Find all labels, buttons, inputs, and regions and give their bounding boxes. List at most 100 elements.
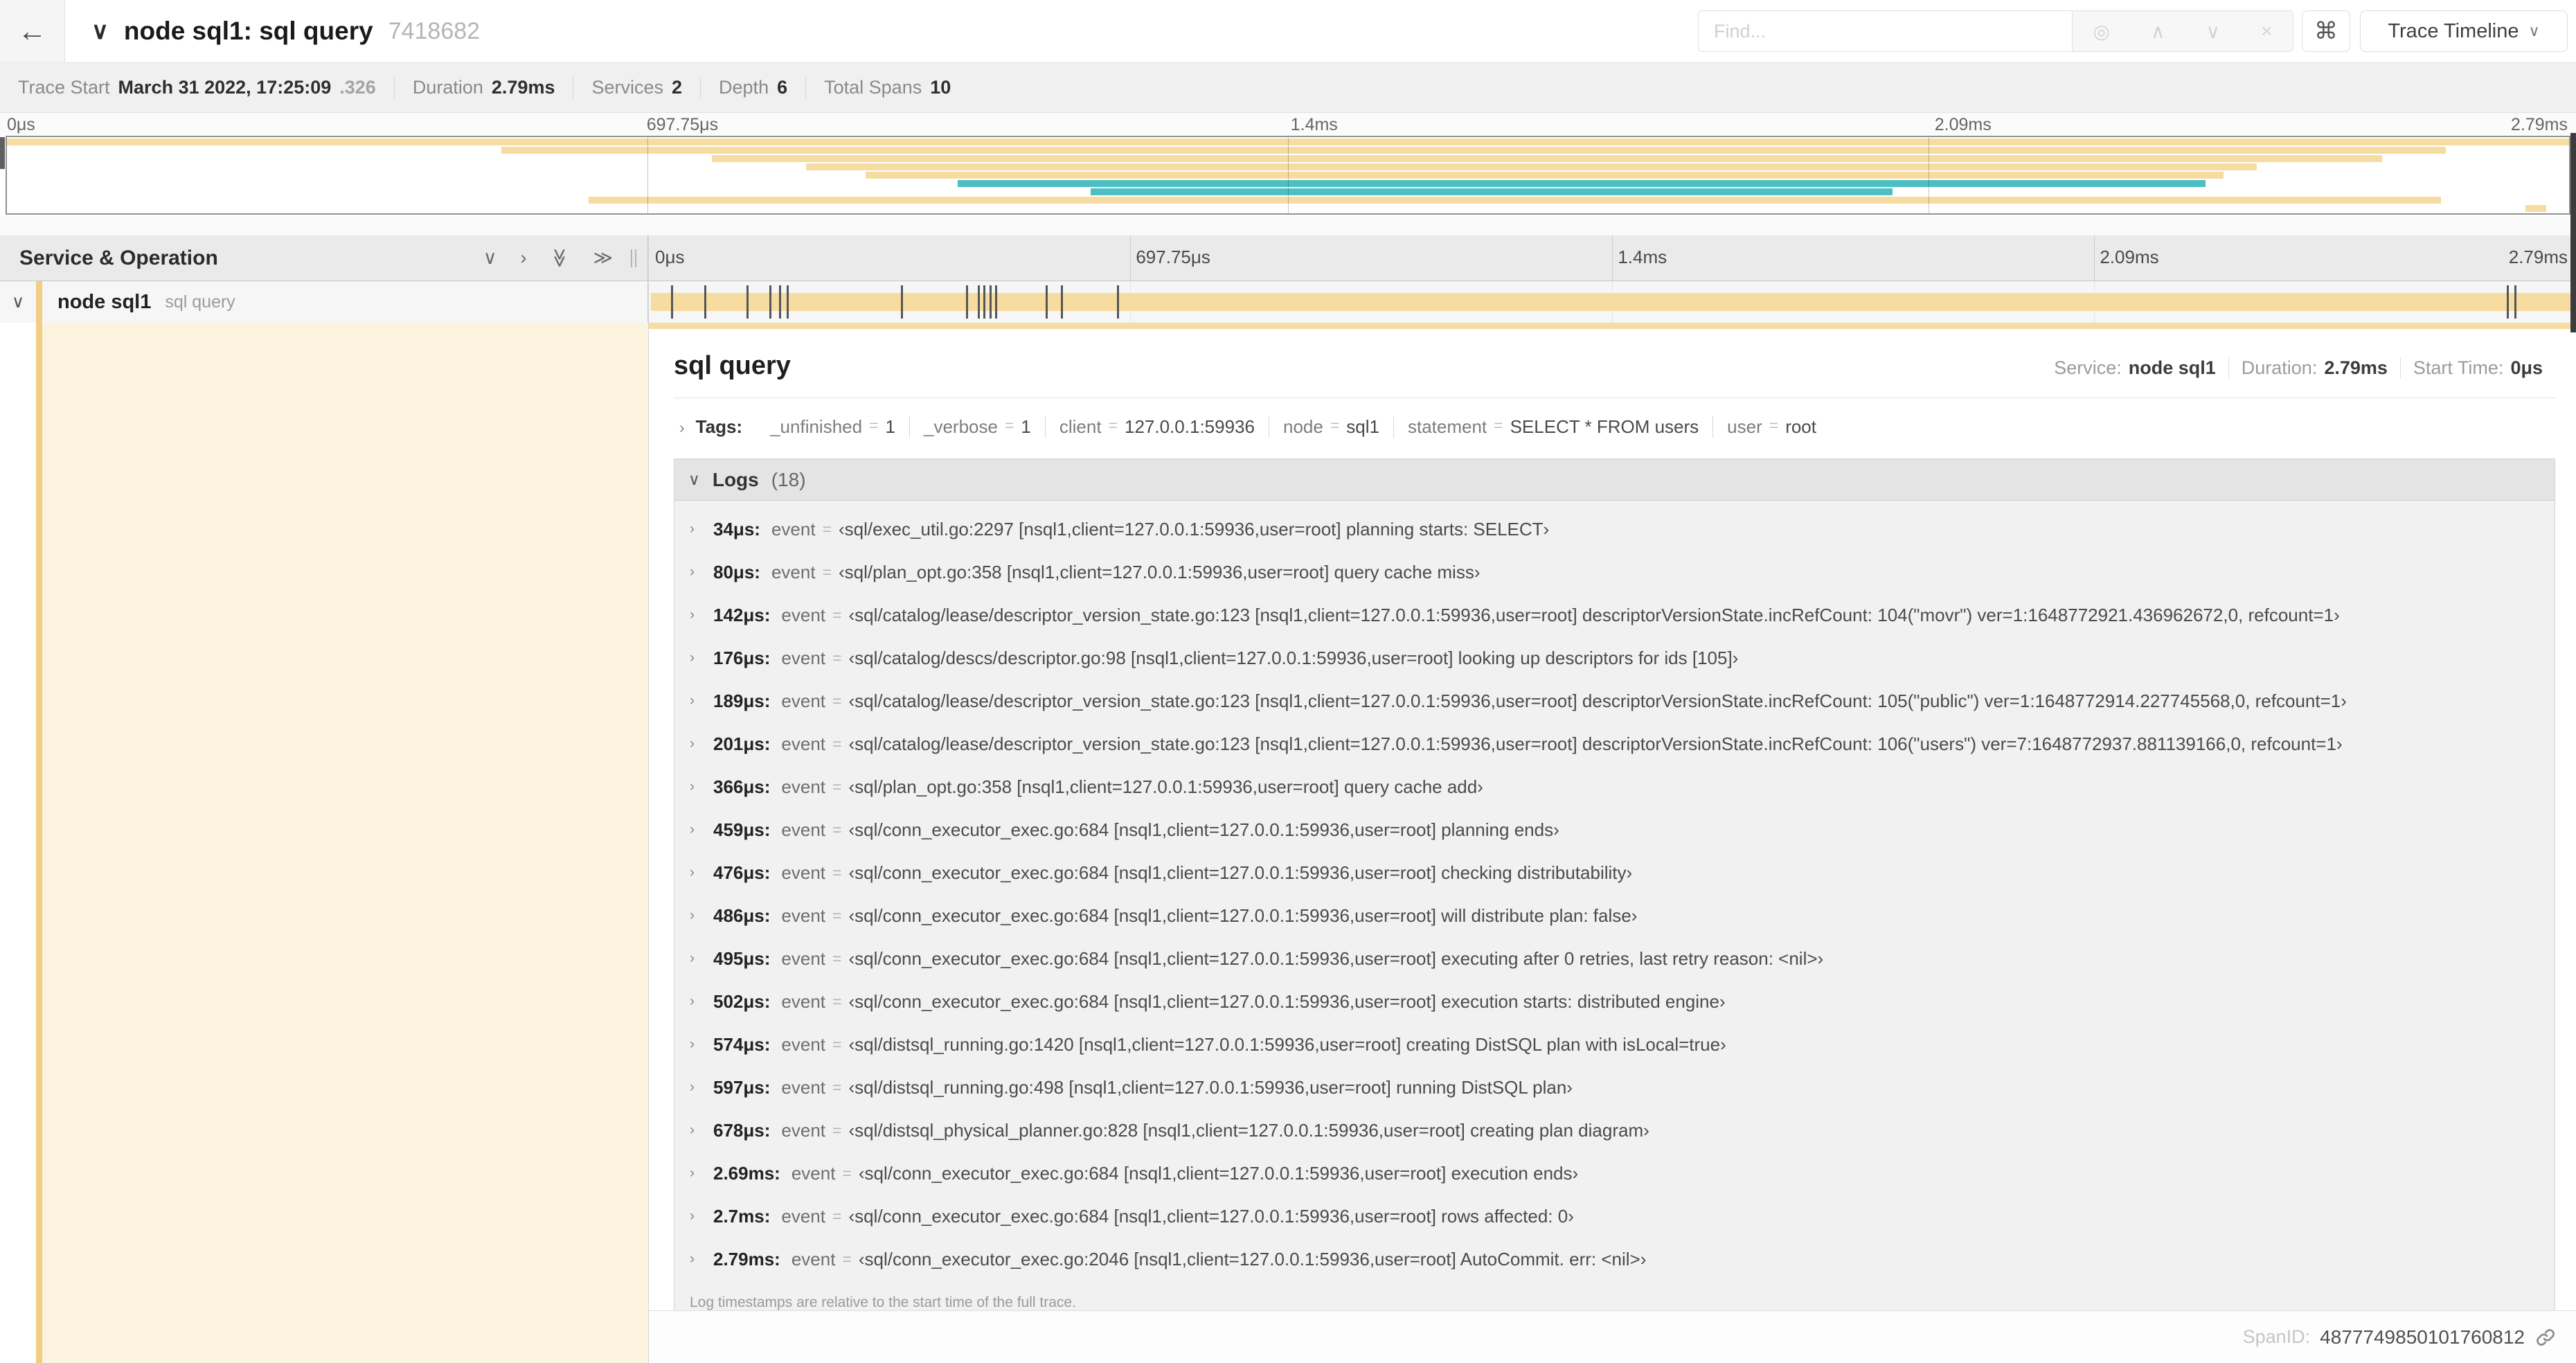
trace-duration: Duration 2.79ms: [393, 77, 573, 98]
back-button[interactable]: ←: [0, 0, 65, 62]
services-label: Services: [591, 77, 663, 98]
service-color-bar: [36, 323, 42, 1363]
equals-sign: =: [832, 863, 842, 882]
log-timestamp: 34μs:: [713, 518, 760, 540]
chevron-right-icon: ›: [690, 993, 695, 1009]
next-result-icon[interactable]: ∨: [2206, 20, 2221, 43]
log-row[interactable]: › 34μs: event = ‹sql/exec_util.go:2297 [nsql…: [674, 508, 2555, 551]
log-row[interactable]: › 189μs: event = ‹sql/catalog/lease/descript…: [674, 679, 2555, 722]
span-service-name: node sql1: [57, 290, 152, 313]
log-row[interactable]: › 495μs: event = ‹sql/conn_executor_exec.go:…: [674, 937, 2555, 980]
view-selector-label: Trace Timeline: [2388, 19, 2519, 42]
minimap-span-bar: [806, 163, 2257, 170]
chevron-down-icon: ∨: [688, 470, 700, 488]
minimap-gridline: [647, 137, 648, 213]
service-color-bar: [36, 281, 42, 323]
depth-label: Depth: [719, 77, 769, 98]
trace-total-spans: Total Spans 10: [805, 77, 969, 98]
log-field: event: [771, 518, 816, 540]
log-timestamp: 2.79ms:: [713, 1248, 780, 1270]
trace-minimap[interactable]: [6, 136, 2570, 215]
log-marker-tick: [989, 285, 992, 319]
link-icon[interactable]: [2534, 1326, 2557, 1348]
chevron-right-icon: ›: [690, 736, 695, 751]
find-input[interactable]: [1698, 10, 2072, 52]
minimap-gridline: [1288, 137, 1289, 213]
chevron-right-icon: ›: [690, 1165, 695, 1181]
prev-result-icon[interactable]: ∧: [2151, 20, 2165, 43]
log-row[interactable]: › 142μs: event = ‹sql/catalog/lease/descript…: [674, 594, 2555, 636]
log-row[interactable]: › 80μs: event = ‹sql/plan_opt.go:358 [nsql1,…: [674, 551, 2555, 594]
spacer: [0, 216, 2576, 235]
log-timestamp: 176μs:: [713, 647, 771, 668]
log-value: ‹sql/conn_executor_exec.go:684 [nsql1,cl…: [848, 819, 1559, 840]
logs-accordion: ∨ Logs (18) › 34μs: event = ‹sql/exec_util.g…: [674, 458, 2555, 1310]
span-color-strip: [649, 323, 2576, 329]
log-row[interactable]: › 176μs: event = ‹sql/catalog/descs/descript…: [674, 636, 2555, 679]
minimap-ruler: 0μs 697.75μs 1.4ms 2.09ms 2.79ms: [0, 113, 2576, 136]
chevron-right-icon: ›: [690, 521, 695, 537]
find-controls: ◎ ∧ ∨ ×: [2072, 10, 2293, 52]
detail-duration: Duration: 2.79ms: [2228, 357, 2400, 379]
equals-sign: =: [822, 562, 832, 581]
column-resize-handle[interactable]: [631, 249, 636, 267]
trace-start: Trace Start March 31 2022, 17:25:09 .326: [0, 77, 394, 98]
log-row[interactable]: › 459μs: event = ‹sql/conn_executor_exec.go:…: [674, 808, 2555, 851]
log-row[interactable]: › 366μs: event = ‹sql/plan_opt.go:358 [nsql1…: [674, 765, 2555, 808]
tags-label: Tags:: [695, 416, 743, 437]
log-timestamp: 574μs:: [713, 1033, 771, 1055]
tag-key: statement: [1407, 416, 1487, 437]
expand-all-icon[interactable]: ≫: [593, 247, 613, 269]
log-row[interactable]: › 2.7ms: event = ‹sql/conn_executor_exec.go:…: [674, 1195, 2555, 1238]
log-row[interactable]: › 486μs: event = ‹sql/conn_executor_exec.go:…: [674, 894, 2555, 937]
trace-summary-bar: Trace Start March 31 2022, 17:25:09.326 …: [0, 62, 2576, 113]
log-marker-tick: [1116, 285, 1119, 319]
keyboard-shortcuts-button[interactable]: ⌘: [2302, 10, 2350, 52]
span-bar-cell[interactable]: [648, 281, 2576, 323]
chevron-down-icon: ∨: [2528, 22, 2540, 39]
clear-find-icon[interactable]: ×: [2261, 20, 2272, 42]
log-row[interactable]: › 678μs: event = ‹sql/distsql_physical_plann…: [674, 1109, 2555, 1152]
ruler-gridline: [1130, 235, 1131, 280]
log-row[interactable]: › 2.69ms: event = ‹sql/conn_executor_exec.go…: [674, 1152, 2555, 1195]
log-value: ‹sql/conn_executor_exec.go:2046 [nsql1,c…: [858, 1248, 1647, 1270]
minimap-left-drag-handle[interactable]: [0, 137, 5, 169]
log-row[interactable]: › 597μs: event = ‹sql/distsql_running.go:498…: [674, 1066, 2555, 1109]
collapse-one-icon[interactable]: ∨: [483, 247, 497, 269]
locate-icon[interactable]: ◎: [2093, 20, 2110, 43]
view-selector-button[interactable]: Trace Timeline ∨: [2360, 10, 2568, 52]
log-row[interactable]: › 2.79ms: event = ‹sql/conn_executor_exec.go…: [674, 1238, 2555, 1281]
minimap-span-bar: [588, 197, 2441, 204]
tag-item: user = root: [1712, 416, 1830, 438]
log-row[interactable]: › 201μs: event = ‹sql/catalog/lease/descript…: [674, 722, 2555, 765]
spanid-label: SpanID:: [2242, 1326, 2311, 1347]
equals-sign: =: [832, 648, 842, 667]
span-detail-panel: sql query Service: node sql1 Duration: 2…: [649, 329, 2576, 1310]
chevron-right-icon: ›: [690, 564, 695, 580]
tag-item: client = 127.0.0.1:59936: [1044, 416, 1269, 438]
log-timestamp: 502μs:: [713, 990, 771, 1012]
span-duration-bar[interactable]: [651, 293, 2575, 311]
chevron-down-icon[interactable]: ∨: [0, 292, 36, 312]
tags-accordion[interactable]: › Tags: _unfinished = 1 _verbose = 1 client =…: [674, 398, 2555, 442]
log-value: ‹sql/distsql_running.go:498 [nsql1,clien…: [848, 1076, 1573, 1098]
equals-sign: =: [832, 992, 842, 1010]
duration-value: 2.79ms: [2324, 357, 2388, 378]
expand-one-icon[interactable]: ›: [520, 247, 526, 269]
log-value: ‹sql/conn_executor_exec.go:684 [nsql1,cl…: [848, 862, 1633, 883]
chevron-down-icon[interactable]: ∨: [91, 17, 109, 45]
span-row[interactable]: ∨ node sql1 sql query: [0, 281, 2576, 323]
spanid-value: 4877749850101760812: [2320, 1326, 2525, 1348]
timeline-header-row: Service & Operation ∨ › ≫ ≫ 0μs 697.75μs…: [0, 235, 2576, 281]
log-timestamp: 495μs:: [713, 947, 771, 969]
span-name-cell[interactable]: ∨ node sql1 sql query: [0, 281, 648, 323]
log-row[interactable]: › 574μs: event = ‹sql/distsql_running.go:142…: [674, 1023, 2555, 1066]
log-row[interactable]: › 502μs: event = ‹sql/conn_executor_exec.go:…: [674, 980, 2555, 1023]
vertical-scrollbar[interactable]: [2570, 133, 2576, 332]
log-value: ‹sql/distsql_physical_planner.go:828 [ns…: [848, 1119, 1649, 1141]
log-row[interactable]: › 476μs: event = ‹sql/conn_executor_exec.go:…: [674, 851, 2555, 894]
collapse-all-icon[interactable]: ≫: [549, 248, 571, 267]
log-field: event: [781, 1076, 826, 1098]
log-value: ‹sql/exec_util.go:2297 [nsql1,client=127…: [839, 518, 1550, 540]
logs-header[interactable]: ∨ Logs (18): [674, 459, 2555, 501]
